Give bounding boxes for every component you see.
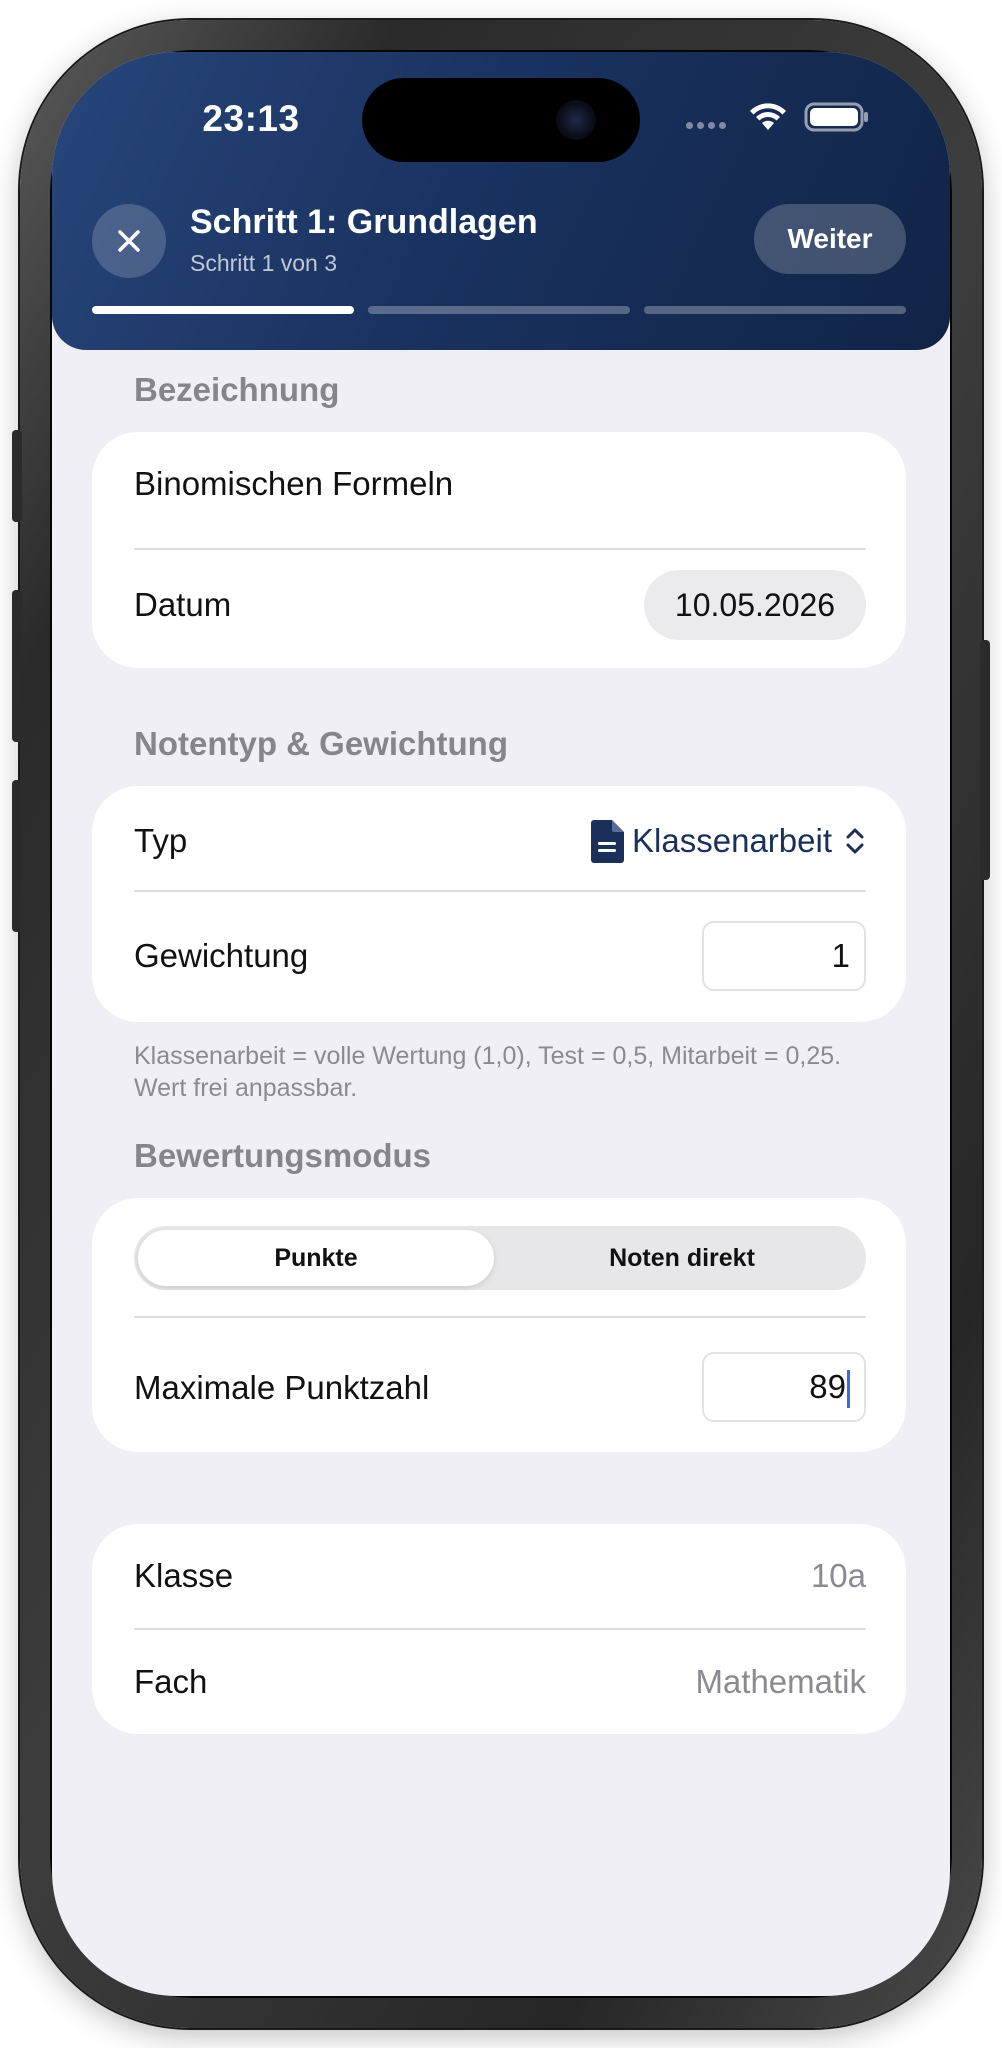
max-points-value: 89 [809,1368,846,1405]
divider [134,1316,866,1318]
close-button[interactable] [92,204,166,278]
bezeichnung-card: Binomischen Formeln Datum 10.05.2026 [92,432,906,668]
cellular-signal-icon [686,122,726,129]
section-header-bezeichnung: Bezeichnung [134,371,340,408]
segment-punkte[interactable]: Punkte [138,1230,494,1286]
grading-mode-segmented-control[interactable]: Punkte Noten direkt [134,1226,866,1290]
max-points-input[interactable]: 89 [702,1352,866,1422]
chevron-up-down-icon [846,828,864,854]
segment-noten-direkt[interactable]: Noten direkt [502,1230,862,1286]
type-value: Klassenarbeit [632,822,832,859]
weight-footnote: Klassenarbeit = volle Wertung (1,0), Tes… [134,1042,842,1102]
divider [134,548,866,550]
notentyp-card: Typ Klassenarbeit Gewichtung 1 [92,786,906,1022]
date-label: Datum [134,586,232,623]
weight-input[interactable]: 1 [702,921,866,991]
section-header-notentyp: Notentyp & Gewichtung [134,725,508,762]
type-picker[interactable]: Klassenarbeit [590,814,866,868]
subject-value: Mathematik [695,1663,866,1700]
progress-segment-1 [92,306,354,314]
divider [134,1628,866,1630]
dynamic-island [362,78,640,162]
step-subtitle: Schritt 1 von 3 [190,250,338,276]
battery-icon [804,102,868,132]
class-label: Klasse [134,1557,234,1594]
next-button[interactable]: Weiter [754,204,906,274]
section-header-bewertungsmodus: Bewertungsmodus [134,1137,432,1174]
page-title: Schritt 1: Grundlagen [190,203,538,241]
progress-segment-2 [368,306,630,314]
type-label: Typ [134,822,188,859]
wizard-header: 23:13 Schritt 1: Grundlagen Schritt 1 vo… [52,52,950,350]
subject-label: Fach [134,1663,208,1700]
text-cursor [847,1370,850,1409]
bewertungsmodus-card: Punkte Noten direkt Maximale Punktzahl 8… [92,1198,906,1452]
max-points-label: Maximale Punktzahl [134,1369,430,1406]
screen: 23:13 Schritt 1: Grundlagen Schritt 1 vo… [52,52,950,1996]
status-time: 23:13 [202,98,300,139]
weight-label: Gewichtung [134,937,309,974]
class-value: 10a [810,1557,866,1594]
date-picker[interactable]: 10.05.2026 [644,570,866,640]
context-card: Klasse 10a Fach Mathematik [92,1524,906,1734]
camera-icon [556,100,596,140]
name-field[interactable]: Binomischen Formeln [134,462,453,506]
close-icon [118,230,140,252]
document-icon [591,820,625,863]
wifi-icon [750,103,786,130]
progress-segment-3 [644,306,906,314]
divider [134,890,866,892]
